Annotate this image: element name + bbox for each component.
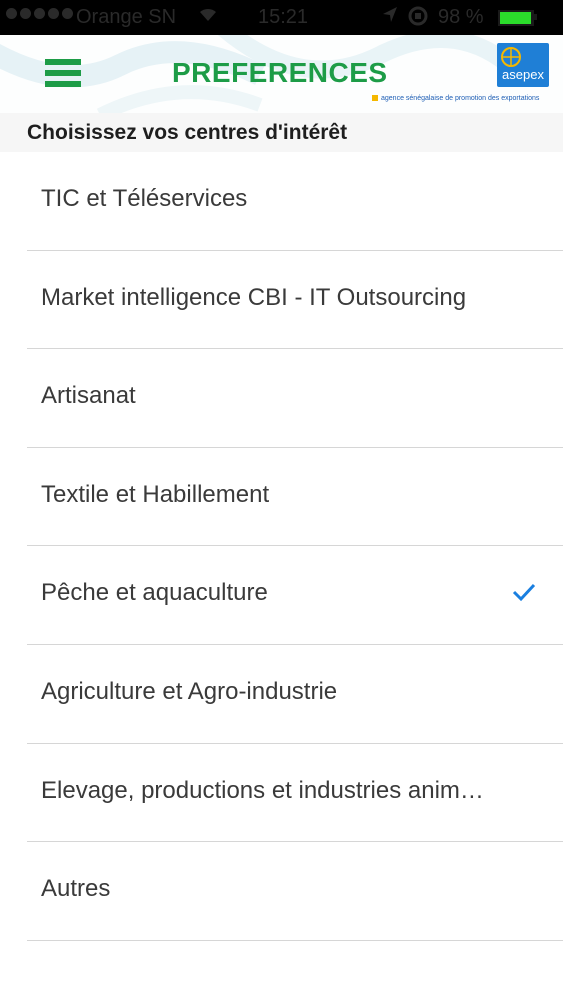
page-title: PREFERENCES	[172, 57, 388, 88]
location-icon	[382, 6, 398, 30]
interest-label: Textile et Habillement	[41, 480, 270, 508]
interest-row[interactable]: Pêche et aquaculture	[0, 546, 563, 645]
section-header: Choisissez vos centres d'intérêt	[0, 113, 563, 152]
interest-row[interactable]: TIC et Téléservices	[0, 152, 563, 251]
section-title: Choisissez vos centres d'intérêt	[27, 121, 348, 144]
logo-text: asepex	[502, 67, 544, 82]
battery-icon	[498, 10, 534, 26]
interest-row[interactable]: Artisanat	[0, 349, 563, 448]
carrier-name: Orange SN	[76, 6, 177, 28]
logo-tagline-text: agence sénégalaise de promotion des expo…	[381, 95, 540, 102]
interest-row[interactable]: Agriculture et Agro-industrie	[0, 645, 563, 744]
logo-tagline: agence sénégalaise de promotion des expo…	[372, 95, 552, 102]
status-time: 15:21	[258, 6, 309, 28]
signal-strength-icon	[6, 8, 73, 19]
battery-tip	[534, 14, 537, 20]
interest-label: Autres	[41, 875, 111, 903]
interest-row[interactable]: Autres	[0, 842, 563, 941]
tagline-bullet	[372, 95, 378, 101]
interest-label: Market intelligence CBI - IT Outsourcing	[41, 283, 467, 311]
interest-row[interactable]: Elevage, productions et industries anima…	[0, 744, 563, 843]
checkmark-icon	[512, 582, 536, 607]
interest-label: Pêche et aquaculture	[41, 579, 268, 607]
interests-list: TIC et Téléservices Market intelligence …	[0, 152, 563, 941]
interest-label: Artisanat	[41, 382, 136, 410]
status-bar: Orange SN 15:21 98 %	[0, 0, 563, 35]
interest-label: TIC et Téléservices	[41, 185, 248, 212]
interest-label: Elevage, productions et industries anima…	[41, 776, 491, 804]
rotation-lock-icon	[408, 6, 428, 32]
app-header: PREFERENCES asepex agence sénégalaise de…	[0, 35, 563, 113]
wifi-icon	[198, 5, 218, 29]
interest-label: Agriculture et Agro-industrie	[41, 677, 338, 705]
interest-row[interactable]: Market intelligence CBI - IT Outsourcing	[0, 251, 563, 350]
hamburger-menu-icon[interactable]	[45, 57, 81, 89]
battery-percent: 98 %	[438, 6, 484, 28]
interest-row[interactable]: Textile et Habillement	[0, 448, 563, 547]
asepex-logo: asepex	[497, 43, 549, 87]
